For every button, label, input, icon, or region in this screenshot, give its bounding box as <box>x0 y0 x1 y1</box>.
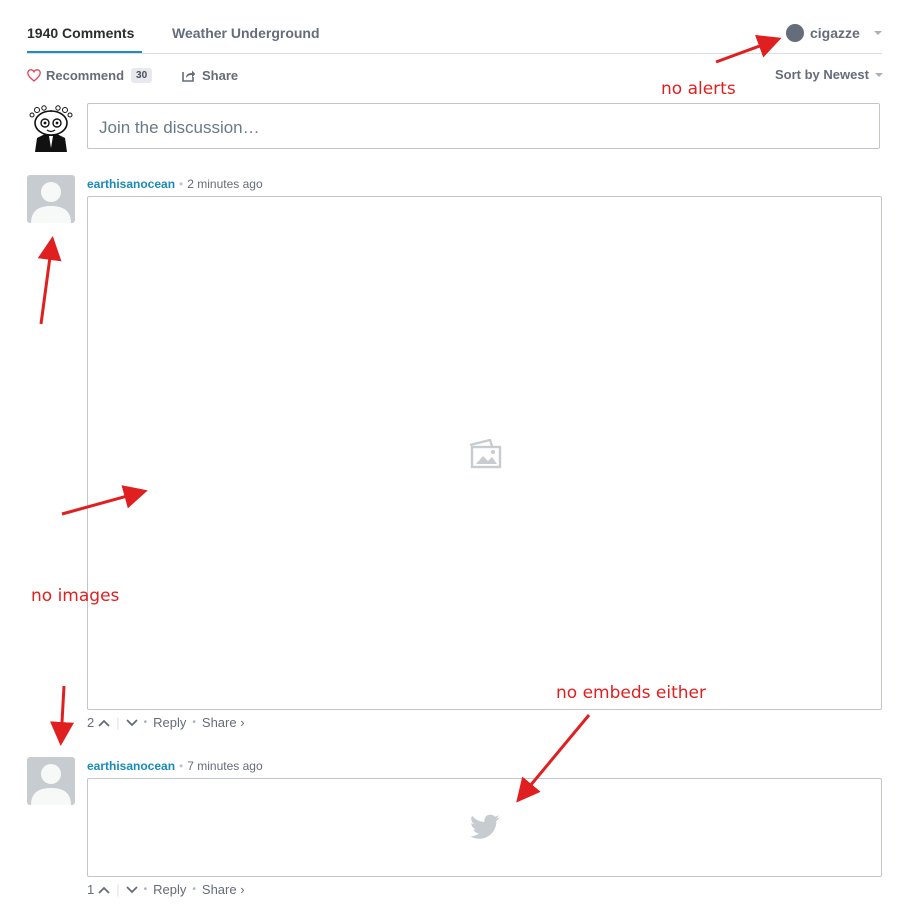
arrow-to-avatar-2 <box>50 685 74 746</box>
arrow-to-avatar <box>37 236 62 325</box>
annotation-arrows <box>37 34 782 803</box>
annotation-no-images: no images <box>31 586 120 606</box>
annotation-no-alerts: no alerts <box>661 79 736 99</box>
arrow-to-embed <box>516 714 591 803</box>
arrow-to-alerts <box>715 34 782 64</box>
arrow-to-image <box>61 485 148 516</box>
annotation-no-embeds: no embeds either <box>556 683 706 703</box>
